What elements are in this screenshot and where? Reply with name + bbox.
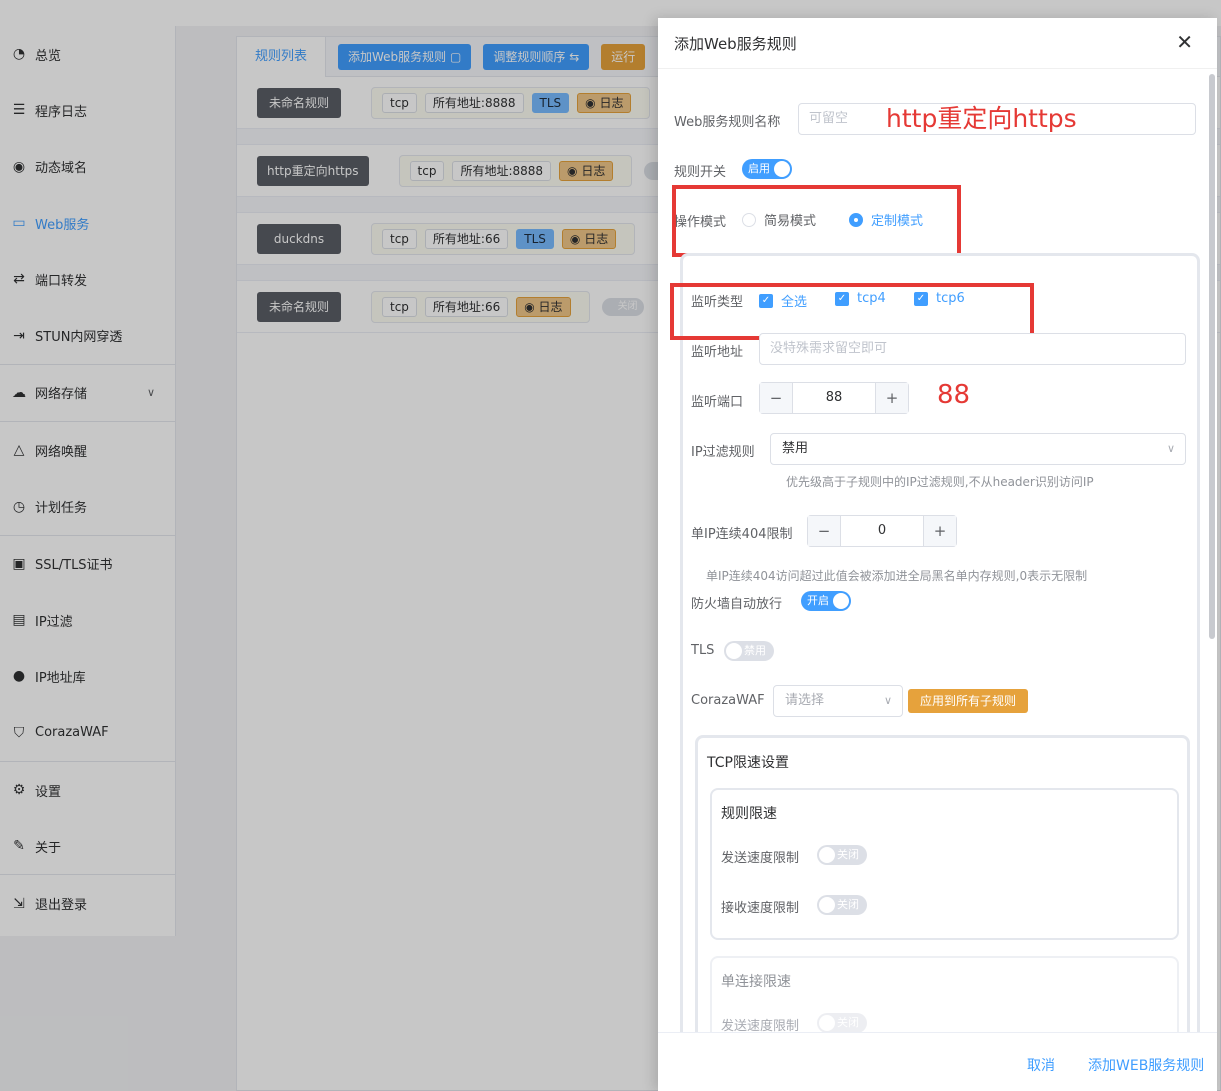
limit404-hint: 单IP连续404访问超过此值会被添加进全局黑名单内存规则,0表示无限制: [706, 569, 1088, 583]
send-limit-switch[interactable]: 关闭: [817, 845, 867, 865]
annotation-box-listen-type: [670, 283, 1034, 340]
enable-label: 规则开关: [674, 165, 727, 180]
plus-icon[interactable]: +: [924, 516, 956, 546]
limit404-stepper[interactable]: − 0 +: [807, 515, 957, 547]
port-annotation: 88: [937, 380, 971, 410]
send-limit-label: 发送速度限制: [721, 851, 800, 866]
conn-send-limit-switch[interactable]: 关闭: [817, 1013, 867, 1032]
submit-button[interactable]: 添加WEB服务规则: [1088, 1055, 1204, 1075]
chevron-down-icon: ∨: [883, 694, 892, 707]
tls-switch[interactable]: 禁用: [724, 641, 774, 661]
ip-filter-select[interactable]: 禁用 ∨: [770, 433, 1186, 465]
drawer-body: Web服务规则名称 可留空 http重定向https 规则开关 启用 操作模式 …: [658, 69, 1217, 1032]
waf-select[interactable]: 请选择 ∨: [773, 685, 903, 717]
close-icon[interactable]: ✕: [1176, 32, 1193, 52]
drawer-header: 添加Web服务规则 ✕: [658, 18, 1217, 69]
chevron-down-icon: ∨: [1166, 442, 1175, 455]
drawer-footer: 取消 添加WEB服务规则: [658, 1032, 1217, 1091]
minus-icon[interactable]: −: [760, 383, 792, 413]
listen-port-stepper[interactable]: − 88 +: [759, 382, 909, 414]
firewall-label: 防火墙自动放行: [691, 597, 783, 612]
waf-label: CorazaWAF: [691, 693, 765, 708]
listen-port-label: 监听端口: [691, 395, 744, 410]
limit404-label: 单IP连续404限制: [691, 527, 793, 542]
add-rule-drawer: 添加Web服务规则 ✕ Web服务规则名称 可留空 http重定向https 规…: [658, 18, 1217, 1091]
enable-switch[interactable]: 启用: [742, 159, 792, 179]
tls-label: TLS: [691, 643, 715, 658]
listen-addr-label: 监听地址: [691, 345, 744, 360]
name-annotation: http重定向https: [886, 104, 1077, 133]
plus-icon[interactable]: +: [876, 383, 908, 413]
conn-limit-title: 单连接限速: [721, 974, 791, 990]
conn-send-limit-label: 发送速度限制: [721, 1019, 800, 1032]
drawer-title: 添加Web服务规则: [674, 34, 797, 53]
minus-icon[interactable]: −: [808, 516, 840, 546]
recv-limit-label: 接收速度限制: [721, 901, 800, 916]
tcp-limit-title: TCP限速设置: [707, 755, 789, 771]
listen-addr-input[interactable]: 没特殊需求留空即可: [759, 333, 1186, 365]
firewall-switch[interactable]: 开启: [801, 591, 851, 611]
annotation-box-mode: [672, 185, 961, 257]
ip-filter-hint: 优先级高于子规则中的IP过滤规则,不从header识别访问IP: [786, 475, 1094, 489]
rule-limit-title: 规则限速: [721, 806, 777, 822]
rule-name-label: Web服务规则名称: [674, 115, 781, 130]
waf-apply-button[interactable]: 应用到所有子规则: [908, 689, 1029, 713]
ip-filter-label: IP过滤规则: [691, 445, 755, 460]
cancel-button[interactable]: 取消: [1027, 1055, 1055, 1075]
recv-limit-switch[interactable]: 关闭: [817, 895, 867, 915]
scrollbar[interactable]: [1209, 74, 1215, 639]
